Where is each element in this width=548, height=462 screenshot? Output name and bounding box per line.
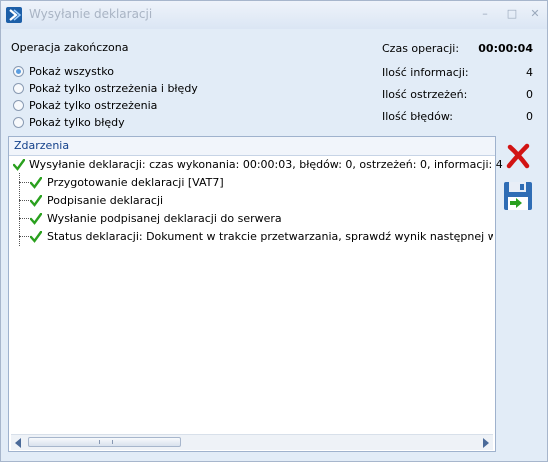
warnings-count-label: Ilość ostrzeżeń: bbox=[382, 88, 468, 101]
radio-button[interactable] bbox=[13, 100, 24, 111]
warnings-count-value: 0 bbox=[526, 88, 533, 101]
errors-count-label: Ilość błędów: bbox=[382, 110, 453, 123]
filter-label: Pokaż wszystko bbox=[29, 65, 114, 78]
dialog-window: Wysyłanie deklaracji – □ ✕ Operacja zako… bbox=[0, 0, 548, 462]
green-check-icon bbox=[30, 177, 42, 189]
radio-button-selected[interactable] bbox=[13, 66, 24, 77]
info-count-label: Ilość informacji: bbox=[382, 66, 469, 79]
maximize-button[interactable]: □ bbox=[502, 6, 522, 22]
save-button[interactable] bbox=[501, 179, 535, 213]
window-title: Wysyłanie deklaracji bbox=[29, 7, 153, 21]
filter-label: Pokaż tylko ostrzeżenia i błędy bbox=[29, 82, 198, 95]
tree-child-text: Przygotowanie deklaracji [VAT7] bbox=[47, 176, 224, 189]
cancel-button[interactable] bbox=[501, 139, 535, 173]
close-button[interactable]: ✕ bbox=[525, 6, 545, 22]
tree-child-text: Status deklaracji: Dokument w trakcie pr… bbox=[47, 230, 493, 243]
tree-child-text: Podpisanie deklaracji bbox=[47, 194, 164, 207]
green-check-icon bbox=[30, 231, 42, 243]
tree-child-row[interactable]: Wysłanie podpisanej deklaracji do serwer… bbox=[30, 210, 493, 228]
title-bar[interactable]: Wysyłanie deklaracji – □ ✕ bbox=[1, 1, 547, 29]
minimize-button[interactable]: – bbox=[475, 6, 495, 22]
tree-child-text: Wysłanie podpisanej deklaracji do serwer… bbox=[47, 212, 282, 225]
events-panel-header: Zdarzenia bbox=[9, 137, 495, 156]
operation-status: Operacja zakończona bbox=[11, 41, 129, 54]
scroll-left-arrow-icon[interactable] bbox=[15, 438, 21, 448]
operation-time-label: Czas operacji: bbox=[382, 42, 460, 55]
scroll-right-arrow-icon[interactable] bbox=[483, 438, 489, 448]
green-check-icon bbox=[30, 213, 42, 225]
tree-child-row[interactable]: Przygotowanie deklaracji [VAT7] bbox=[30, 174, 493, 192]
events-header-label: Zdarzenia bbox=[14, 139, 70, 152]
green-check-icon bbox=[30, 195, 42, 207]
tree-child-row[interactable]: Status deklaracji: Dokument w trakcie pr… bbox=[30, 228, 493, 246]
horizontal-scrollbar[interactable] bbox=[11, 434, 493, 450]
tree-root-text: Wysyłanie deklaracji: czas wykonania: 00… bbox=[29, 158, 503, 171]
errors-count-value: 0 bbox=[526, 110, 533, 123]
radio-button[interactable] bbox=[13, 83, 24, 94]
tree-root-row[interactable]: Wysyłanie deklaracji: czas wykonania: 00… bbox=[13, 156, 503, 174]
tree-child-row[interactable]: Podpisanie deklaracji bbox=[30, 192, 493, 210]
red-x-icon bbox=[506, 143, 530, 169]
operation-time-value: 00:00:04 bbox=[478, 42, 533, 55]
comarch-app-icon bbox=[6, 7, 22, 23]
filter-label: Pokaż tylko ostrzeżenia bbox=[29, 99, 158, 112]
scrollbar-thumb[interactable] bbox=[28, 437, 181, 447]
scrollbar-grip bbox=[99, 440, 113, 444]
radio-button[interactable] bbox=[13, 117, 24, 128]
dialog-content: Operacja zakończona Pokaż wszystko Pokaż… bbox=[1, 29, 547, 461]
events-panel: Zdarzenia Wysyłanie deklaracji: czas wyk… bbox=[8, 136, 503, 452]
floppy-disk-icon bbox=[504, 182, 532, 210]
green-check-icon bbox=[13, 159, 25, 171]
info-count-value: 4 bbox=[526, 66, 533, 79]
filter-label: Pokaż tylko błędy bbox=[29, 116, 125, 129]
